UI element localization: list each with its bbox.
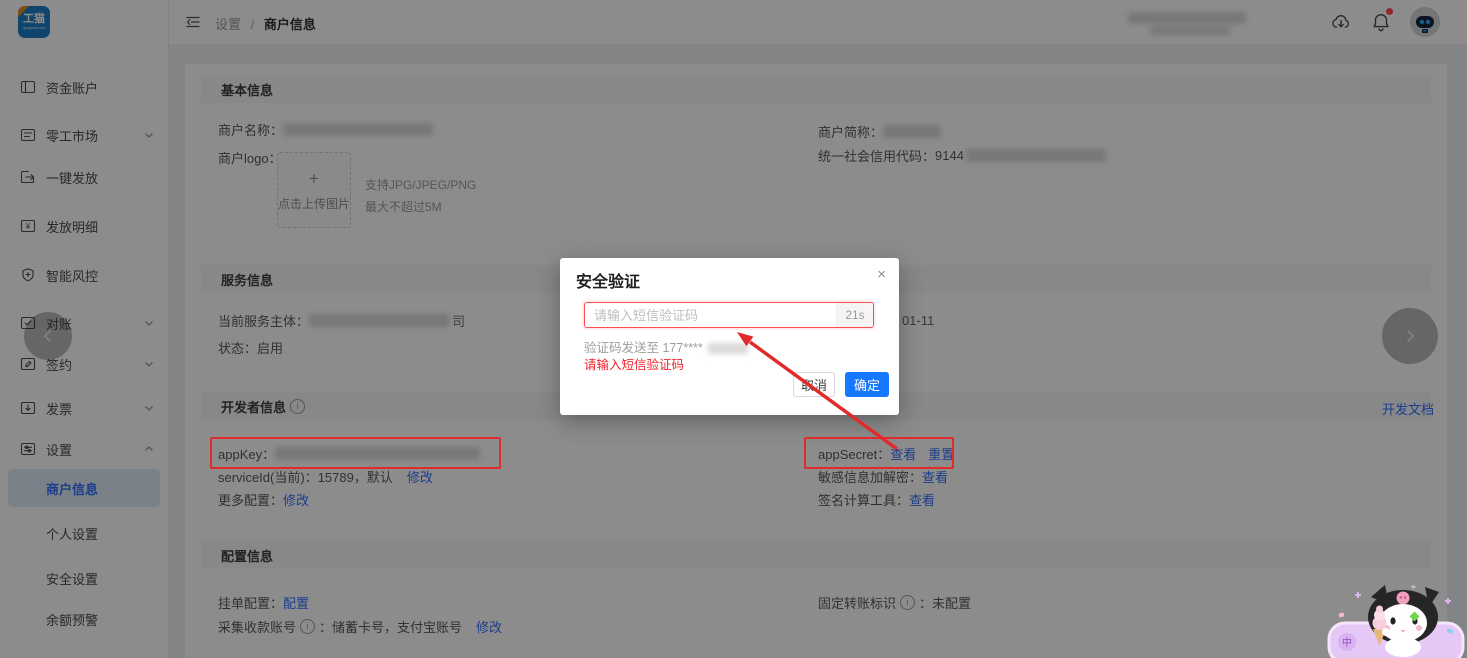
code-sent-label: 验证码发送至 177****	[584, 341, 703, 355]
app-screen: 工猫 gongmall.com 资金账户 零工市场 一键发放 ¥ 发放明细 智能…	[0, 0, 1467, 658]
sms-code-input[interactable]	[585, 303, 836, 327]
cancel-button[interactable]: 取消	[793, 372, 835, 397]
security-verification-modal: 安全验证 × 21s 验证码发送至 177**** 请输入短信验证码 取消 确定	[560, 258, 899, 415]
sms-code-field: 21s	[584, 302, 874, 328]
modal-title: 安全验证	[576, 268, 640, 292]
redacted-phone	[708, 343, 748, 354]
validation-error-text: 请输入短信验证码	[584, 354, 684, 373]
countdown-timer: 21s	[836, 303, 873, 327]
confirm-button[interactable]: 确定	[845, 372, 889, 397]
close-icon[interactable]: ×	[877, 266, 886, 283]
